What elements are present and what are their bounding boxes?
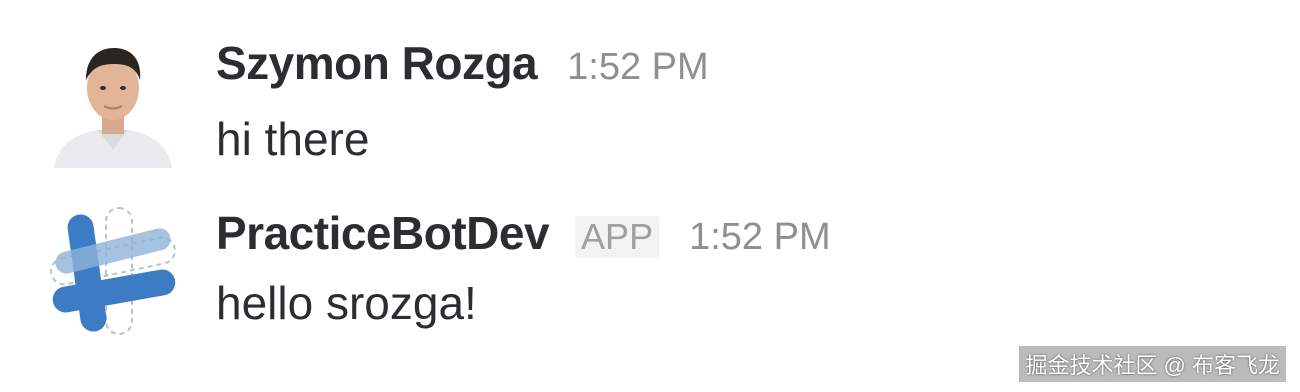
watermark: 掘金技术社区 @ 布客飞龙 xyxy=(1019,346,1286,382)
message-header: PracticeBotDev APP 1:52 PM xyxy=(216,206,831,260)
message-item: PracticeBotDev APP 1:52 PM hello srozga! xyxy=(0,190,1300,350)
author-name[interactable]: PracticeBotDev xyxy=(216,206,550,260)
user-avatar[interactable] xyxy=(48,38,178,168)
author-name[interactable]: Szymon Rozga xyxy=(216,36,538,90)
message-text: hi there xyxy=(216,113,370,165)
message-timestamp[interactable]: 1:52 PM xyxy=(567,46,709,89)
message-item: Szymon Rozga 1:52 PM hi there xyxy=(0,0,1300,190)
chat-message-list: Szymon Rozga 1:52 PM hi there PracticeBo… xyxy=(0,0,1300,392)
message-header: Szymon Rozga 1:52 PM xyxy=(216,36,709,90)
bot-logo-avatar xyxy=(48,206,178,336)
message-text: hello srozga! xyxy=(216,277,477,329)
app-badge: APP xyxy=(575,216,660,258)
user-photo-avatar xyxy=(48,38,178,168)
bot-avatar[interactable] xyxy=(48,206,178,336)
message-timestamp[interactable]: 1:52 PM xyxy=(689,216,831,259)
